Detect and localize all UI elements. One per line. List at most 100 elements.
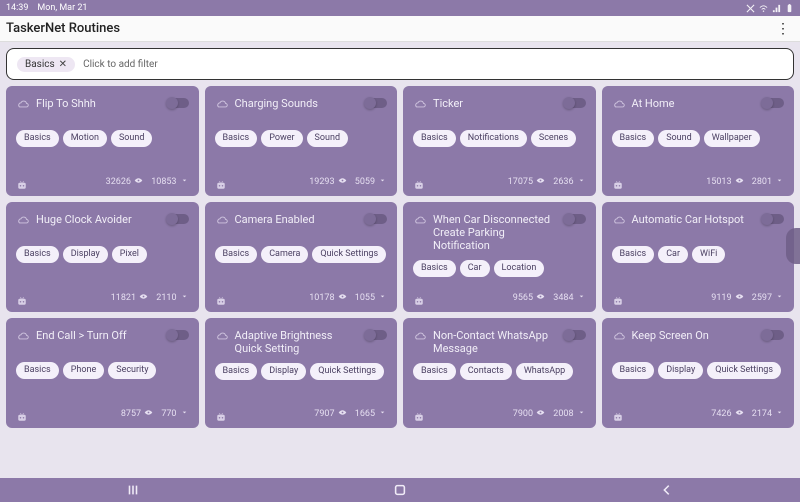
tag-chip[interactable]: Basics <box>215 130 258 147</box>
routine-toggle[interactable] <box>365 98 387 108</box>
tag-chip[interactable]: WhatsApp <box>516 363 573 380</box>
edge-panel-handle[interactable] <box>786 228 800 264</box>
tag-chip[interactable]: Basics <box>612 130 655 147</box>
close-icon[interactable]: ✕ <box>59 59 67 70</box>
routine-title: Adaptive Brightness Quick Setting <box>235 328 360 355</box>
mute-icon <box>746 4 755 13</box>
tag-chip[interactable]: Basics <box>16 362 59 379</box>
routine-toggle[interactable] <box>564 330 586 340</box>
routine-toggle[interactable] <box>762 98 784 108</box>
download-icon <box>378 292 387 304</box>
tag-chip[interactable]: Wallpaper <box>704 130 760 147</box>
tag-chip[interactable]: Security <box>108 362 156 379</box>
tag-chip[interactable]: Motion <box>63 130 107 147</box>
tag-chip[interactable]: Sound <box>307 130 348 147</box>
tag-chip[interactable]: Display <box>658 362 703 379</box>
tag-chip[interactable]: Pixel <box>112 246 147 263</box>
routine-card[interactable]: Non-Contact WhatsApp MessageBasicsContac… <box>403 318 596 428</box>
routine-stats: 7900 2008 <box>513 408 586 420</box>
routine-card[interactable]: Adaptive Brightness Quick Setting BasicsD… <box>205 318 398 428</box>
filter-chip[interactable]: Basics ✕ <box>17 57 75 72</box>
routine-toggle[interactable] <box>167 98 189 108</box>
tag-chip[interactable]: Camera <box>261 246 308 263</box>
tag-chip[interactable]: Basics <box>413 363 456 380</box>
routine-toggle[interactable] <box>762 330 784 340</box>
views-count: 10178 <box>309 293 334 303</box>
tag-chip[interactable]: Quick Settings <box>312 246 386 263</box>
routine-toggle[interactable] <box>167 214 189 224</box>
routine-stats: 7907 1665 <box>314 408 387 420</box>
download-icon <box>577 176 586 188</box>
tag-chip[interactable]: Display <box>261 363 306 380</box>
routine-title: Camera Enabled <box>235 212 360 238</box>
tag-chip[interactable]: Power <box>261 130 302 147</box>
routine-card[interactable]: Charging SoundsBasicsPowerSound19293 505… <box>205 86 398 196</box>
eye-icon <box>139 292 148 304</box>
tag-chip[interactable]: Car <box>658 246 688 263</box>
routine-title: When Car Disconnected Create Parking Not… <box>433 212 558 252</box>
tag-chip[interactable]: Sound <box>111 130 152 147</box>
views-count: 17075 <box>508 177 533 187</box>
cloud-icon <box>215 328 229 342</box>
routine-toggle[interactable] <box>564 214 586 224</box>
tag-chip[interactable]: WiFi <box>692 246 725 263</box>
routine-stats: 19293 5059 <box>309 176 387 188</box>
nav-recents-button[interactable] <box>115 482 151 498</box>
tag-chip[interactable]: Basics <box>16 130 59 147</box>
tag-chip[interactable]: Basics <box>215 363 258 380</box>
tag-chip[interactable]: Basics <box>612 246 655 263</box>
routine-stats: 32626 10853 <box>106 176 189 188</box>
tag-chip[interactable]: Quick Settings <box>707 362 781 379</box>
tag-chip[interactable]: Basics <box>215 246 258 263</box>
routine-card[interactable]: At HomeBasicsSoundWallpaper15013 2801 <box>602 86 795 196</box>
routine-card[interactable]: When Car Disconnected Create Parking Not… <box>403 202 596 312</box>
routine-card[interactable]: Automatic Car HotspotBasicsCarWiFi9119 2… <box>602 202 795 312</box>
overflow-menu-button[interactable]: ⋮ <box>776 21 790 37</box>
routine-card[interactable]: TickerBasicsNotificationsScenes17075 263… <box>403 86 596 196</box>
tag-chip[interactable]: Notifications <box>460 130 527 147</box>
cloud-icon <box>16 212 30 226</box>
download-icon <box>775 176 784 188</box>
cloud-icon <box>215 212 229 226</box>
tag-chip[interactable]: Car <box>460 260 490 277</box>
tag-chip[interactable]: Basics <box>612 362 655 379</box>
routine-toggle[interactable] <box>365 330 387 340</box>
routine-card[interactable]: Huge Clock Avoider BasicsDisplayPixel 1182… <box>6 202 199 312</box>
routine-grid: Flip To ShhhBasicsMotionSound32626 10853… <box>0 80 800 434</box>
tag-chip[interactable]: Scenes <box>531 130 576 147</box>
routine-card[interactable]: Flip To ShhhBasicsMotionSound32626 10853 <box>6 86 199 196</box>
tag-chip[interactable]: Sound <box>658 130 699 147</box>
tag-chip[interactable]: Phone <box>63 362 105 379</box>
downloads-count: 1055 <box>355 293 375 303</box>
eye-icon <box>536 292 545 304</box>
cloud-icon <box>16 328 30 342</box>
add-filter-input[interactable]: Click to add filter <box>83 59 158 70</box>
routine-toggle[interactable] <box>365 214 387 224</box>
tag-chip[interactable]: Basics <box>16 246 59 263</box>
tag-chip[interactable]: Location <box>494 260 545 277</box>
filter-bar[interactable]: Basics ✕ Click to add filter <box>6 48 794 80</box>
tag-chip[interactable]: Basics <box>413 130 456 147</box>
cloud-icon <box>16 96 30 110</box>
nav-back-button[interactable] <box>649 482 685 498</box>
routine-toggle[interactable] <box>167 330 189 340</box>
routine-card[interactable]: End Call > Turn OffBasicsPhoneSecurity87… <box>6 318 199 428</box>
robot-icon <box>215 408 227 420</box>
robot-icon <box>215 176 227 188</box>
filter-chip-label: Basics <box>25 59 55 70</box>
tag-chip[interactable]: Contacts <box>460 363 512 380</box>
cloud-icon <box>413 328 427 342</box>
routine-card[interactable]: Camera Enabled BasicsCameraQuick Settings… <box>205 202 398 312</box>
routine-stats: 11821 2110 <box>111 292 189 304</box>
tag-chip[interactable]: Basics <box>413 260 456 277</box>
downloads-count: 2801 <box>752 177 772 187</box>
nav-home-button[interactable] <box>382 482 418 498</box>
tag-chip[interactable]: Display <box>63 246 108 263</box>
status-date: Mon, Mar 21 <box>37 3 87 13</box>
routine-toggle[interactable] <box>564 98 586 108</box>
routine-toggle[interactable] <box>762 214 784 224</box>
routine-title: Huge Clock Avoider <box>36 212 161 238</box>
tag-chip[interactable]: Quick Settings <box>310 363 384 380</box>
views-count: 7900 <box>513 409 533 419</box>
routine-card[interactable]: Keep Screen OnBasicsDisplayQuick Setting… <box>602 318 795 428</box>
